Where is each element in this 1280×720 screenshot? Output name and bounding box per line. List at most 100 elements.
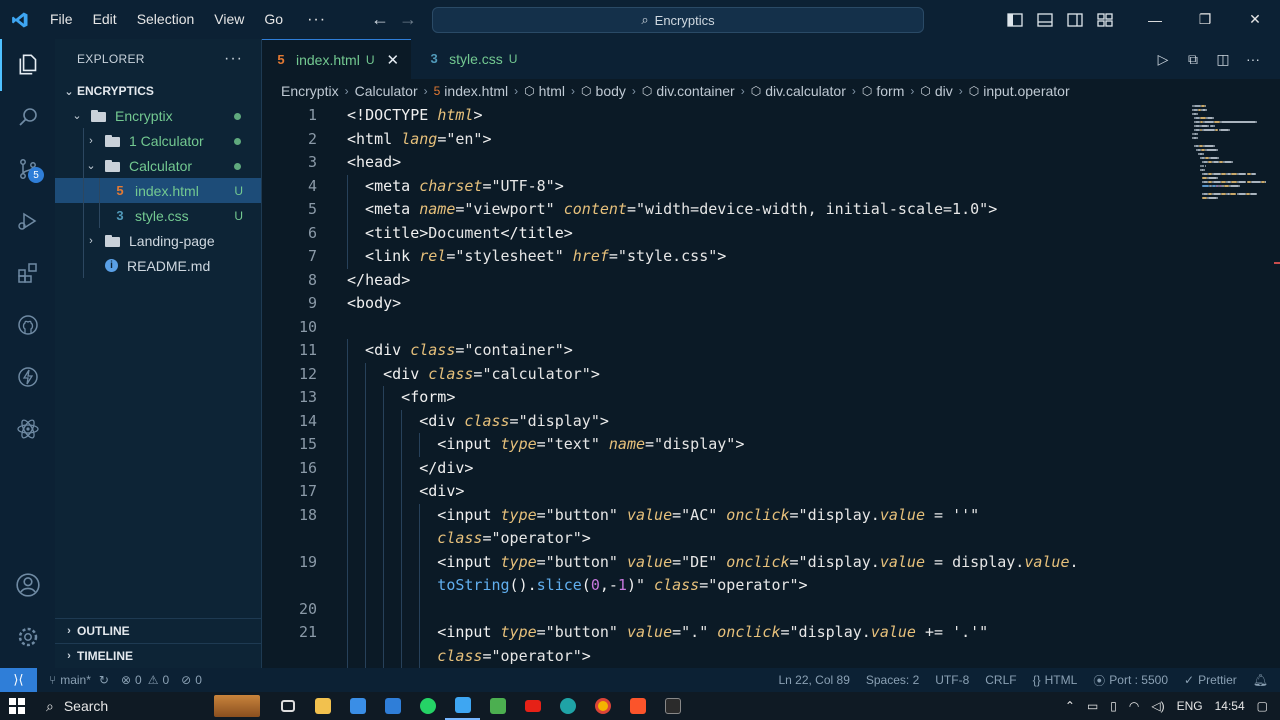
code-line[interactable]: 11 <div class="container"> bbox=[262, 339, 1192, 363]
code-line[interactable]: 2 <html lang="en"> bbox=[262, 128, 1192, 151]
code-line[interactable]: 1 <!DOCTYPE html> bbox=[262, 104, 1192, 127]
tree-folder-encryptix[interactable]: ⌄ Encryptix bbox=[55, 103, 261, 128]
command-center-search[interactable]: ⌕ Encryptics bbox=[432, 7, 924, 33]
code-line[interactable]: class="operator"> bbox=[262, 644, 1192, 668]
explorer-more-icon[interactable]: ··· bbox=[224, 50, 243, 68]
tree-file-style-css[interactable]: 3 style.css U bbox=[55, 203, 261, 228]
outline-section[interactable]: › OUTLINE bbox=[55, 618, 262, 643]
menu-more-icon[interactable]: ··· bbox=[293, 0, 340, 39]
wifi-icon[interactable]: ◠ bbox=[1129, 699, 1139, 713]
timeline-section[interactable]: › TIMELINE bbox=[55, 643, 262, 668]
crumb-index-html[interactable]: index.html bbox=[444, 83, 508, 99]
split-editor-icon[interactable]: ◫ bbox=[1208, 51, 1238, 68]
restore-icon[interactable]: ❐ bbox=[1180, 0, 1230, 39]
code-line[interactable]: 20 bbox=[262, 597, 1192, 621]
close-icon[interactable]: ✕ bbox=[386, 51, 399, 69]
settings-gear-icon[interactable] bbox=[0, 611, 55, 663]
terminal-icon[interactable] bbox=[655, 692, 690, 720]
battery-icon[interactable]: ▯ bbox=[1110, 699, 1117, 713]
crumb-div-calculator[interactable]: div.calculator bbox=[765, 83, 846, 99]
task-view-icon[interactable] bbox=[270, 692, 305, 720]
remote-icon[interactable]: ⟩⟨ bbox=[0, 668, 37, 692]
branch-status[interactable]: ⑂ main* bbox=[49, 673, 91, 687]
taskbar-search[interactable]: ⌕ Search bbox=[34, 692, 214, 720]
crumb-body[interactable]: body bbox=[596, 83, 626, 99]
menu-file[interactable]: File bbox=[40, 0, 83, 39]
github-icon[interactable] bbox=[0, 299, 55, 351]
lightning-icon[interactable] bbox=[0, 351, 55, 403]
youtube-icon[interactable] bbox=[515, 692, 550, 720]
code-line[interactable]: 14 <div class="display"> bbox=[262, 409, 1192, 433]
cursor-position[interactable]: Ln 22, Col 89 bbox=[778, 673, 849, 687]
customize-layout-icon[interactable] bbox=[1090, 0, 1120, 39]
tree-folder-calculator[interactable]: ⌄ Calculator bbox=[55, 153, 261, 178]
code-line[interactable]: 12 <div class="calculator"> bbox=[262, 362, 1192, 386]
windows-start-icon[interactable] bbox=[0, 692, 34, 720]
code-line[interactable]: 5 <meta name="viewport" content="width=de… bbox=[262, 198, 1192, 222]
ports-status[interactable]: ⊘ 0 bbox=[181, 673, 202, 687]
tab-index-html[interactable]: 5 index.html U ✕ bbox=[262, 39, 412, 79]
code-line[interactable]: 3 <head> bbox=[262, 151, 1192, 174]
brave-icon[interactable] bbox=[620, 692, 655, 720]
crumb-input-operator[interactable]: input.operator bbox=[983, 83, 1069, 99]
code-line[interactable]: 7 <link rel="stylesheet" href="style.css"… bbox=[262, 245, 1192, 269]
close-window-icon[interactable]: ✕ bbox=[1230, 0, 1280, 39]
menu-view[interactable]: View bbox=[204, 0, 254, 39]
menu-selection[interactable]: Selection bbox=[127, 0, 205, 39]
indentation[interactable]: Spaces: 2 bbox=[866, 673, 919, 687]
tree-folder-1-calculator[interactable]: › 1 Calculator bbox=[55, 128, 261, 153]
search-highlight-image[interactable] bbox=[214, 695, 260, 717]
code-line[interactable]: 13 <form> bbox=[262, 386, 1192, 410]
code-line[interactable]: 17 <div> bbox=[262, 480, 1192, 504]
search-view-icon[interactable] bbox=[0, 91, 55, 143]
crumb-calculator[interactable]: Calculator bbox=[355, 83, 418, 99]
language-indicator[interactable]: ENG bbox=[1177, 699, 1203, 713]
back-arrow-icon[interactable]: ← bbox=[366, 0, 394, 39]
minimap[interactable] bbox=[1192, 103, 1272, 263]
menu-go[interactable]: Go bbox=[254, 0, 293, 39]
toggle-secondary-sidebar-icon[interactable] bbox=[1060, 0, 1090, 39]
code-line[interactable]: 4 <meta charset="UTF-8"> bbox=[262, 174, 1192, 198]
tree-file-readme[interactable]: i README.md bbox=[55, 253, 261, 278]
microsoft-store-icon[interactable] bbox=[340, 692, 375, 720]
live-server-port[interactable]: ⦿ Port : 5500 bbox=[1093, 672, 1168, 689]
volume-icon[interactable]: ◁) bbox=[1151, 699, 1164, 713]
more-actions-icon[interactable]: ··· bbox=[1238, 51, 1268, 67]
chrome-icon[interactable] bbox=[585, 692, 620, 720]
encoding[interactable]: UTF-8 bbox=[935, 673, 969, 687]
code-line[interactable]: 15 <input type="text" name="display"> bbox=[262, 433, 1192, 457]
editor-scrollbar[interactable] bbox=[1274, 103, 1280, 668]
code-line[interactable]: 9 <body> bbox=[262, 292, 1192, 315]
menu-edit[interactable]: Edit bbox=[83, 0, 127, 39]
problems-status[interactable]: ⊗ 0 ⚠ 0 bbox=[121, 673, 169, 687]
sync-icon[interactable]: ↻ bbox=[99, 673, 109, 687]
forward-arrow-icon[interactable]: → bbox=[394, 0, 422, 39]
code-line[interactable]: toString().slice(0,-1)" class="operator"… bbox=[262, 574, 1192, 598]
open-preview-icon[interactable]: ⧉ bbox=[1178, 51, 1208, 68]
mail-icon[interactable] bbox=[375, 692, 410, 720]
source-control-icon[interactable]: 5 bbox=[0, 143, 55, 195]
edge-icon[interactable] bbox=[550, 692, 585, 720]
tree-folder-landing-page[interactable]: › Landing-page bbox=[55, 228, 261, 253]
line-ending[interactable]: CRLF bbox=[985, 673, 1016, 687]
crumb-form[interactable]: form bbox=[876, 83, 904, 99]
code-line[interactable]: class="operator"> bbox=[262, 527, 1192, 551]
react-atom-icon[interactable] bbox=[0, 403, 55, 455]
code-line[interactable]: 21 <input type="button" value="." onclick… bbox=[262, 621, 1192, 645]
crumb-encryptix[interactable]: Encryptix bbox=[281, 83, 339, 99]
code-editor[interactable]: 1 <!DOCTYPE html> 2 <html lang="en"> 3 <head>… bbox=[262, 103, 1280, 668]
code-line[interactable]: 18 <input type="button" value="AC" onclic… bbox=[262, 503, 1192, 527]
toggle-sidebar-icon[interactable] bbox=[1000, 0, 1030, 39]
crumb-div-container[interactable]: div.container bbox=[656, 83, 734, 99]
code-line[interactable]: 8 </head> bbox=[262, 269, 1192, 292]
tab-style-css[interactable]: 3 style.css U bbox=[411, 39, 529, 79]
run-icon[interactable]: ▷ bbox=[1148, 51, 1178, 68]
prettier-status[interactable]: ✓ Prettier bbox=[1184, 673, 1237, 687]
minimize-icon[interactable]: — bbox=[1130, 0, 1180, 39]
app-green-icon[interactable] bbox=[480, 692, 515, 720]
extensions-icon[interactable] bbox=[0, 247, 55, 299]
explorer-icon[interactable] bbox=[0, 39, 55, 91]
code-line[interactable]: 6 <title>Document</title> bbox=[262, 221, 1192, 245]
crumb-div[interactable]: div bbox=[935, 83, 953, 99]
vscode-taskbar-icon[interactable] bbox=[445, 692, 480, 720]
